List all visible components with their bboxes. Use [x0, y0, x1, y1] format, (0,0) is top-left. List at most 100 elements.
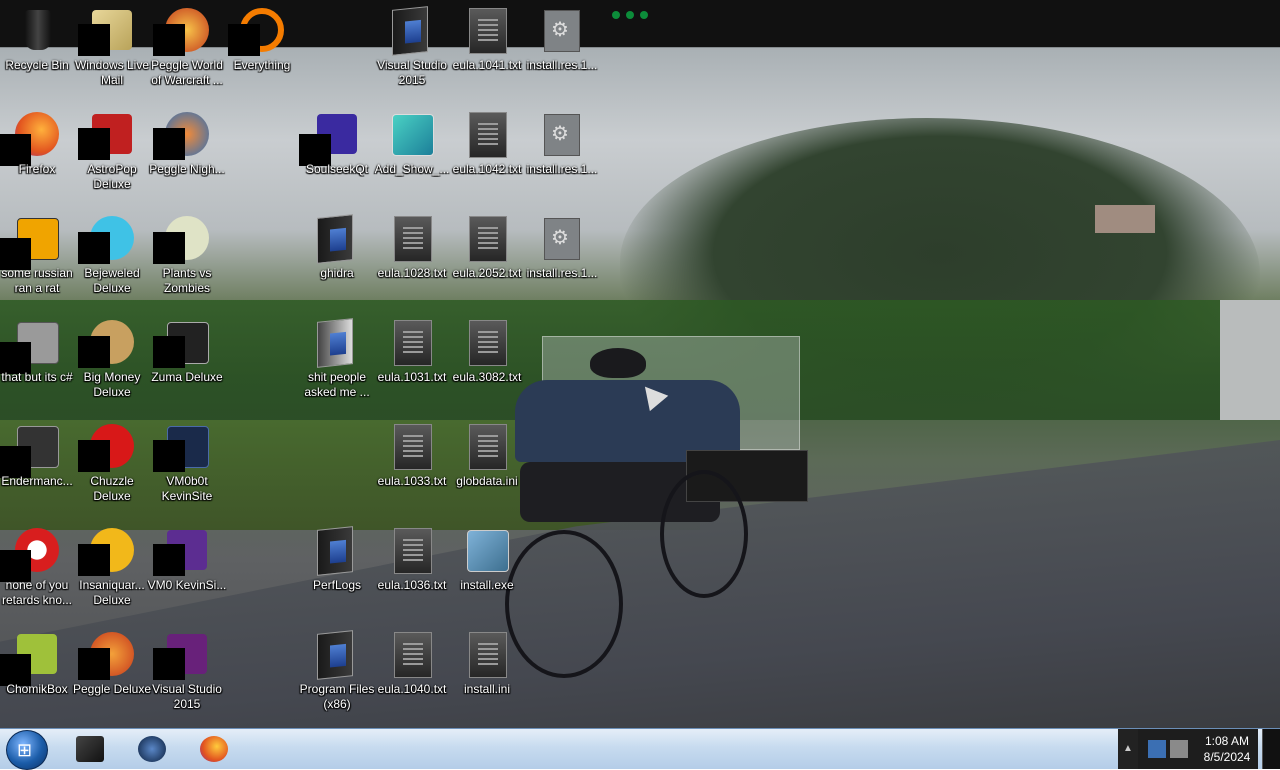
vm-shortcut-icon — [153, 422, 211, 472]
desktop-icon-label: Visual Studio 2015 — [152, 682, 222, 711]
desktop-icon-peggle-world-of-warcraft[interactable]: Peggle World of Warcraft ... — [150, 0, 224, 104]
big-money-icon — [78, 318, 136, 368]
desktop-icon-firefox[interactable]: Firefox — [0, 104, 74, 208]
dark-app-icon — [76, 736, 104, 762]
desktop-icon-chomikbox[interactable]: ChomikBox — [0, 624, 74, 728]
desktop-icon-peggle-nights[interactable]: Peggle Nigh... — [149, 104, 225, 208]
desktop-icon-none-of-you[interactable]: none of you retards kno... — [0, 520, 74, 624]
zuma-icon — [153, 318, 211, 368]
desktop-icon-eula-2052[interactable]: eula.2052.txt — [450, 208, 524, 312]
desktop-icon-label: install.ini — [463, 682, 511, 696]
desktop-icon-bejeweled-deluxe[interactable]: Bejeweled Deluxe — [75, 208, 149, 312]
desktop-icon-windows-live-mail[interactable]: Windows Live Mail — [75, 0, 149, 104]
desktop-icon-some-russian-ran-a-rat[interactable]: some russian ran a rat — [0, 208, 74, 312]
desktop-icon-install-res-1[interactable]: install.res.1... — [525, 0, 599, 104]
text-file-icon — [388, 214, 436, 262]
desktop-icon-that-but-its-csharp[interactable]: that but its c# — [0, 312, 74, 416]
desktop[interactable]: Recycle Bin Firefox some russian ran a r… — [0, 0, 1280, 728]
volume-muted-icon[interactable] — [1170, 740, 1188, 758]
firefox-icon — [200, 736, 228, 762]
settings-file-icon — [463, 630, 511, 678]
desktop-icon-label: eula.1040.txt — [377, 682, 447, 696]
show-hidden-icons-button[interactable]: ▲ — [1118, 729, 1138, 769]
taskbar-pinned-firefox[interactable] — [188, 731, 238, 767]
desktop-icon-eula-1041[interactable]: eula.1041.txt — [450, 0, 524, 104]
desktop-icon-label: eula.1028.txt — [377, 266, 447, 280]
peggle-wow-icon — [153, 6, 211, 56]
wallpaper-bicycle-wheel — [660, 470, 748, 598]
desktop-icon-soulseekqt[interactable]: SoulseekQt — [299, 104, 374, 208]
desktop-icon-everything[interactable]: Everything — [225, 0, 299, 104]
clock-time: 1:08 AM — [1204, 734, 1250, 748]
desktop-icon-label: eula.2052.txt — [452, 266, 522, 280]
desktop-icon-label: some russian ran a rat — [1, 266, 73, 295]
network-icon[interactable] — [1148, 740, 1166, 758]
desktop-icon-peggle-deluxe[interactable]: Peggle Deluxe — [72, 624, 152, 728]
desktop-icon-install-exe[interactable]: install.exe — [450, 520, 524, 624]
taskbar-clock[interactable]: 1:08 AM 8/5/2024 — [1196, 729, 1258, 769]
desktop-icon-label: VM0 KevinSi... — [147, 578, 227, 592]
desktop-icon-eula-1040[interactable]: eula.1040.txt — [375, 624, 449, 728]
desktop-icon-eula-1031[interactable]: eula.1031.txt — [375, 312, 449, 416]
text-file-icon — [388, 422, 436, 470]
desktop-icon-insaniquarium-deluxe[interactable]: Insaniquar... Deluxe — [75, 520, 149, 624]
settings-file-icon — [463, 422, 511, 470]
desktop-icon-vm0-kevinsite[interactable]: VM0 KevinSi... — [147, 520, 227, 624]
desktop-icon-install-res-2[interactable]: install.res.1... — [525, 104, 599, 208]
desktop-icon-globdata-ini[interactable]: globdata.ini — [450, 416, 524, 520]
taskbar-pinned-globe-app[interactable] — [126, 731, 176, 767]
desktop-icon-label: Insaniquar... Deluxe — [79, 578, 145, 607]
text-file-icon — [463, 214, 511, 262]
desktop-icon-label: eula.1031.txt — [377, 370, 447, 384]
desktop-icon-label: eula.1033.txt — [377, 474, 447, 488]
desktop-icon-eula-1033[interactable]: eula.1033.txt — [375, 416, 449, 520]
desktop-icon-plants-vs-zombies[interactable]: Plants vs Zombies — [150, 208, 224, 312]
de-app-icon — [0, 214, 61, 270]
desktop-icon-install-res-3[interactable]: install.res.1... — [525, 208, 599, 312]
desktop-icon-label: Plants vs Zombies — [162, 266, 212, 295]
desktop-icon-chuzzle-deluxe[interactable]: Chuzzle Deluxe — [75, 416, 149, 520]
desktop-icon-label: eula.1036.txt — [377, 578, 447, 592]
desktop-icon-visual-studio-2015-shortcut[interactable]: Visual Studio 2015 — [150, 624, 224, 728]
desktop-icon-label: Recycle Bin — [5, 58, 69, 72]
desktop-icon-label: Windows Live Mail — [74, 58, 150, 87]
desktop-icon-visual-studio-2015-folder[interactable]: Visual Studio 2015 — [375, 0, 449, 104]
system-tray — [1138, 729, 1196, 769]
dll-settings-file-icon — [538, 6, 586, 54]
desktop-icon-big-money-deluxe[interactable]: Big Money Deluxe — [75, 312, 149, 416]
taskbar-pinned-dark-app[interactable] — [64, 731, 114, 767]
visual-studio-icon — [153, 526, 211, 576]
desktop-icon-label: shit people asked me ... — [304, 370, 370, 399]
desktop-icon-label: none of you retards kno... — [1, 578, 73, 607]
desktop-icon-endermanch[interactable]: Endermanc... — [0, 416, 74, 520]
desktop-icon-ghidra[interactable]: ghidra — [300, 208, 374, 312]
windows-start-orb-icon[interactable]: ⊞ — [6, 730, 48, 770]
desktop-icon-program-files-x86[interactable]: Program Files (x86) — [300, 624, 374, 728]
folder-shortcut-icon — [313, 630, 361, 680]
text-file-icon — [463, 318, 511, 366]
show-desktop-button[interactable] — [1262, 729, 1280, 769]
desktop-icon-label: Visual Studio 2015 — [377, 58, 447, 87]
desktop-icon-perflogs[interactable]: PerfLogs — [300, 520, 374, 624]
desktop-icon-astropop-deluxe[interactable]: AstroPop Deluxe — [75, 104, 149, 208]
wallpaper-rider-bag — [686, 450, 808, 502]
dll-settings-file-icon — [538, 110, 586, 158]
stacked-windows-icon — [0, 318, 61, 374]
everything-search-icon — [228, 6, 286, 56]
desktop-icon-eula-1028[interactable]: eula.1028.txt — [375, 208, 449, 312]
desktop-icon-shit-people-asked-me[interactable]: shit people asked me ... — [300, 312, 374, 416]
desktop-icon-recycle-bin[interactable]: Recycle Bin — [0, 0, 74, 104]
desktop-icon-eula-3082[interactable]: eula.3082.txt — [450, 312, 524, 416]
desktop-icon-eula-1036[interactable]: eula.1036.txt — [375, 520, 449, 624]
chomikbox-icon — [0, 630, 61, 686]
desktop-icon-label: Peggle Deluxe — [72, 682, 152, 696]
soulseek-icon — [299, 110, 361, 166]
desktop-icon-label: install.res.1... — [526, 162, 598, 176]
desktop-icon-add-show[interactable]: Add_Show_... — [375, 104, 449, 208]
desktop-icon-vm0b0t-kevinsite[interactable]: VM0b0t KevinSite — [150, 416, 224, 520]
desktop-icon-label: PerfLogs — [312, 578, 362, 592]
desktop-icon-install-ini[interactable]: install.ini — [450, 624, 524, 728]
wallpaper-top-notch — [612, 6, 668, 19]
desktop-icon-eula-1042[interactable]: eula.1042.txt — [450, 104, 524, 208]
desktop-icon-zuma-deluxe[interactable]: Zuma Deluxe — [150, 312, 224, 416]
